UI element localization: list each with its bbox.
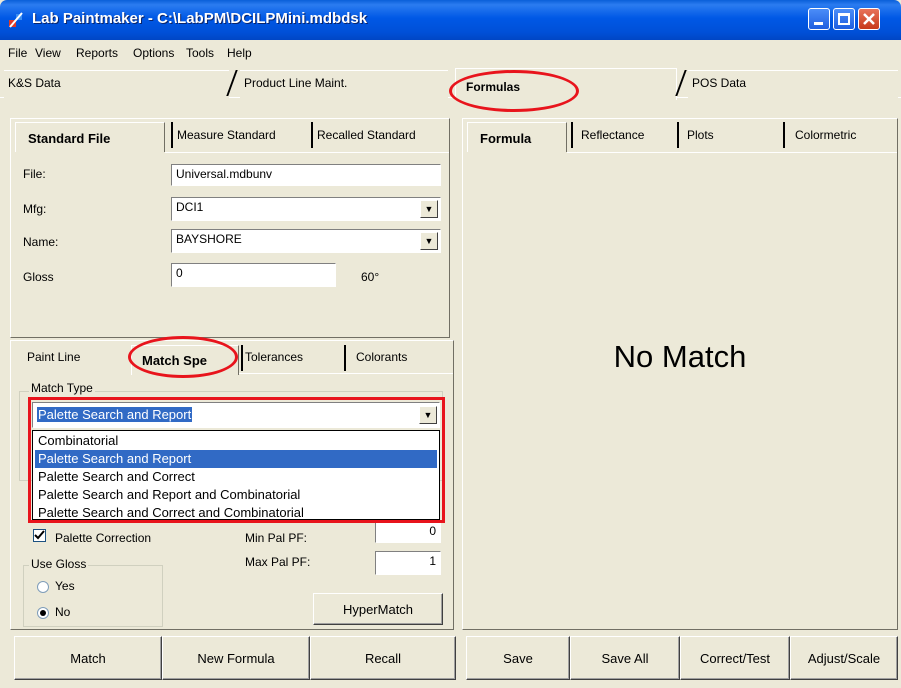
close-button[interactable] — [858, 8, 880, 30]
button-label: Save All — [601, 650, 649, 666]
mfg-select[interactable]: DCI1 ▼ — [171, 197, 441, 221]
tab-label: Colormetric — [795, 128, 857, 142]
mfg-value: DCI1 — [176, 200, 204, 214]
standard-panel: Standard File Measure Standard Recalled … — [10, 118, 450, 338]
minimize-icon — [814, 22, 823, 25]
annotation-circle-match-spec — [128, 336, 238, 378]
outer-tab-ks-data[interactable]: K&S Data — [4, 70, 229, 98]
tab-plots[interactable]: Plots — [677, 122, 783, 148]
menu-tools[interactable]: Tools — [186, 46, 214, 60]
menu-view[interactable]: View — [35, 46, 61, 60]
tab-recalled-standard[interactable]: Recalled Standard — [311, 122, 449, 148]
button-label: HyperMatch — [342, 601, 414, 617]
palette-correction-checkbox[interactable] — [33, 529, 46, 542]
minimize-button[interactable] — [808, 8, 830, 30]
checkmark-icon — [34, 530, 45, 540]
correct-test-button[interactable]: Correct/Test — [680, 636, 790, 680]
tab-tolerances[interactable]: Tolerances — [241, 345, 341, 371]
annotation-circle-formulas — [449, 70, 579, 112]
name-label: Name: — [23, 235, 59, 249]
formula-panel: Formula Reflectance Plots Colormetric No… — [462, 118, 898, 630]
button-label: New Formula — [197, 650, 275, 666]
formula-status-text: No Match — [613, 339, 747, 374]
hypermatch-button[interactable]: HyperMatch — [313, 593, 443, 625]
tab-colorants[interactable]: Colorants — [344, 345, 452, 371]
annotation-box-match-type — [28, 397, 445, 523]
button-label: Recall — [364, 650, 402, 666]
tab-label: Plots — [687, 128, 714, 142]
window-title: Lab Paintmaker - C:\LabPM\DCILPMini.mdbd… — [32, 10, 368, 27]
use-gloss-no-radio[interactable] — [37, 607, 49, 619]
file-label: File: — [23, 167, 46, 181]
use-gloss-no-label: No — [55, 605, 71, 619]
match-button[interactable]: Match — [14, 636, 162, 680]
tab-reflectance[interactable]: Reflectance — [571, 122, 677, 148]
tab-measure-standard[interactable]: Measure Standard — [171, 122, 311, 148]
outer-tab-pos-data[interactable]: POS Data — [688, 70, 898, 98]
tab-colormetric[interactable]: Colormetric — [783, 122, 897, 148]
use-gloss-label: Use Gloss — [29, 557, 89, 571]
max-pal-pf-label: Max Pal PF: — [245, 555, 311, 569]
min-pal-pf-input[interactable]: 0 — [375, 521, 441, 543]
menu-reports[interactable]: Reports — [76, 46, 118, 60]
use-gloss-yes-radio[interactable] — [37, 581, 49, 593]
maximize-button[interactable] — [833, 8, 855, 30]
save-all-button[interactable]: Save All — [570, 636, 680, 680]
chevron-down-icon[interactable]: ▼ — [420, 200, 438, 218]
tab-baseline — [567, 152, 897, 153]
tab-label: Recalled Standard — [317, 128, 416, 142]
min-pal-pf-label: Min Pal PF: — [245, 531, 308, 545]
tab-label: Tolerances — [245, 350, 304, 364]
recall-button[interactable]: Recall — [310, 636, 456, 680]
button-label: Match — [70, 650, 106, 666]
tab-label: POS Data — [692, 76, 747, 90]
button-label: Save — [503, 650, 533, 666]
tab-label: Paint Line — [27, 350, 81, 364]
tab-formula[interactable]: Formula — [467, 122, 567, 152]
tab-label: Product Line Maint. — [244, 76, 348, 90]
app-paintbrush-icon — [9, 12, 23, 28]
tab-standard-file[interactable]: Standard File — [15, 122, 165, 152]
outer-tab-product-line-maint[interactable]: Product Line Maint. — [240, 70, 448, 98]
radio-selected-dot — [40, 610, 46, 616]
menu-help[interactable]: Help — [227, 46, 252, 60]
button-label: Correct/Test — [699, 650, 771, 666]
tab-label: Reflectance — [581, 128, 645, 142]
tab-baseline — [239, 373, 453, 374]
new-formula-button[interactable]: New Formula — [162, 636, 310, 680]
palette-correction-label: Palette Correction — [55, 531, 152, 545]
menu-options[interactable]: Options — [133, 46, 174, 60]
max-pal-pf-input[interactable]: 1 — [375, 551, 441, 575]
tab-paint-line[interactable]: Paint Line — [17, 345, 125, 371]
adjust-scale-button[interactable]: Adjust/Scale — [790, 636, 898, 680]
tab-label: Formula — [480, 131, 532, 146]
tab-label: Colorants — [356, 350, 408, 364]
menu-bar: File View Reports Options Tools Help — [0, 41, 901, 65]
gloss-label: Gloss — [23, 270, 54, 284]
gloss-angle-unit: 60° — [361, 270, 380, 284]
chevron-down-icon[interactable]: ▼ — [420, 232, 438, 250]
tab-baseline — [165, 152, 449, 153]
maximize-icon — [838, 13, 850, 25]
tab-label: K&S Data — [8, 76, 61, 90]
name-value: BAYSHORE — [176, 232, 242, 246]
file-input[interactable]: Universal.mdbunv — [171, 164, 441, 186]
mfg-label: Mfg: — [23, 202, 47, 216]
save-button[interactable]: Save — [466, 636, 570, 680]
tab-label: Measure Standard — [177, 128, 276, 142]
name-select[interactable]: BAYSHORE ▼ — [171, 229, 441, 253]
use-gloss-yes-label: Yes — [55, 579, 75, 593]
title-bar[interactable]: Lab Paintmaker - C:\LabPM\DCILPMini.mdbd… — [0, 0, 901, 40]
menu-file[interactable]: File — [8, 46, 27, 60]
match-type-label: Match Type — [29, 381, 95, 395]
tab-label: Standard File — [28, 131, 111, 146]
gloss-input[interactable]: 0 — [171, 263, 336, 287]
button-label: Adjust/Scale — [807, 650, 881, 666]
close-icon — [863, 13, 875, 25]
